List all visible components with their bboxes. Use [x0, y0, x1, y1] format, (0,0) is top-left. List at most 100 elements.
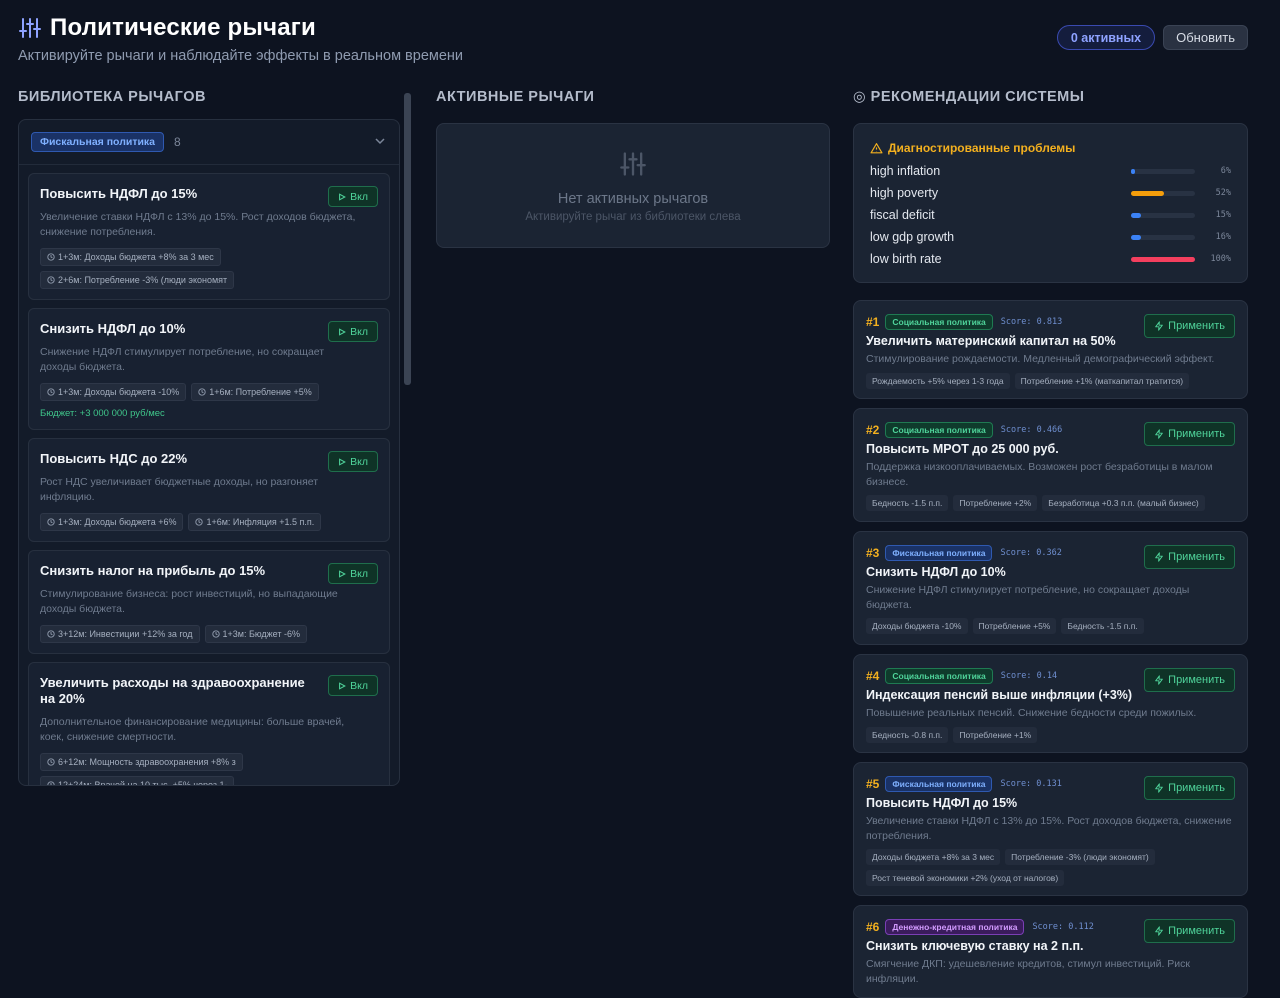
empty-hint: Активируйте рычаг из библиотеки слева — [525, 211, 741, 223]
effect-chip: 1+3м: Бюджет -6% — [204, 625, 308, 643]
apply-button[interactable]: Применить — [1144, 919, 1235, 943]
effect-chip: Потребление +5% — [972, 618, 1057, 634]
lever-name: Повысить НДФЛ до 15% — [40, 186, 198, 201]
effect-chip: Безработица +0.3 п.п. (малый бизнес) — [1042, 495, 1205, 511]
lever-library[interactable]: Фискальная политика 8 Повысить НДФЛ до 1… — [18, 119, 400, 786]
problem-bar-fill — [1131, 168, 1136, 174]
effect-chip: Бедность -1.5 п.п. — [866, 495, 949, 511]
rec-rank: #4 — [866, 669, 880, 683]
rec-category: Социальная политика — [885, 668, 993, 684]
bolt-icon — [1155, 783, 1163, 793]
effect-chip: Доходы бюджета +8% за 3 мес — [866, 849, 1001, 865]
sliders-icon — [19, 18, 41, 38]
effect-chip: Потребление -3% (люди экономят) — [1005, 849, 1155, 865]
clock-icon — [47, 781, 55, 785]
page-subtitle: Активируйте рычаги и наблюдайте эффекты … — [18, 48, 464, 64]
activate-button[interactable]: Вкл — [328, 451, 378, 472]
bolt-icon — [1155, 321, 1163, 331]
empty-title: Нет активных рычагов — [557, 191, 709, 207]
recommendation-card: #4 Социальная политика Score: 0.14 Приме… — [853, 654, 1248, 753]
play-icon — [339, 569, 347, 578]
rec-score: Score: 0.112 — [1032, 922, 1094, 932]
problem-row: high poverty 52% — [870, 182, 1231, 204]
active-levers-empty: Нет активных рычагов Активируйте рычаг и… — [436, 123, 830, 248]
clock-icon — [47, 253, 55, 261]
rec-category: Социальная политика — [885, 314, 993, 330]
problem-name: low gdp growth — [870, 230, 955, 244]
rec-description: Поддержка низкооплачиваемых. Возможен ро… — [866, 461, 1213, 488]
clock-icon — [47, 630, 55, 638]
library-title: БИБЛИОТЕКА РЫЧАГОВ — [18, 89, 206, 105]
active-title: АКТИВНЫЕ РЫЧАГИ — [436, 89, 595, 105]
problem-name: high inflation — [870, 164, 941, 178]
rec-description: Снижение НДФЛ стимулирует потребление, н… — [866, 584, 1190, 611]
effect-chip: Потребление +1% (маткапитал тратится) — [1014, 372, 1190, 389]
rec-category: Денежно-кредитная политика — [885, 919, 1025, 935]
diagnostics-title: Диагностированные проблемы — [888, 141, 1076, 155]
rec-score: Score: 0.466 — [1000, 425, 1063, 435]
budget-note: Бюджет: +3 000 000 руб/мес — [40, 408, 165, 419]
play-icon — [339, 457, 347, 466]
apply-button[interactable]: Применить — [1144, 545, 1235, 569]
activate-button[interactable]: Вкл — [328, 186, 378, 207]
recommendation-card: #3 Фискальная политика Score: 0.362 Прим… — [853, 531, 1248, 645]
lever-name: Повысить НДС до 22% — [40, 451, 188, 466]
apply-button[interactable]: Применить — [1144, 776, 1235, 800]
rec-score: Score: 0.362 — [1000, 548, 1062, 558]
effect-chip: 1+6м: Потребление +5% — [191, 383, 319, 401]
rec-category: Социальная политика — [885, 422, 993, 438]
apply-button[interactable]: Применить — [1144, 668, 1235, 692]
sliders-icon — [620, 152, 646, 176]
lever-card: Снизить НДФЛ до 10% Вкл Снижение НДФЛ ст… — [28, 308, 390, 430]
recommendation-card: #2 Социальная политика Score: 0.466 Прим… — [853, 408, 1248, 522]
diagnostics-card: Диагностированные проблемы high inflatio… — [853, 123, 1248, 283]
lever-description: Снижение НДФЛ стимулирует потребление, н… — [40, 346, 325, 373]
rec-score: Score: 0.14 — [1000, 671, 1058, 681]
problem-row: low gdp growth 16% — [870, 226, 1231, 248]
category-tag: Фискальная политика — [31, 132, 165, 152]
lever-description: Рост НДС увеличивает бюджетные доходы, н… — [40, 476, 319, 503]
active-count-badge[interactable]: 0 активных — [1056, 25, 1156, 50]
problem-bar — [1131, 212, 1196, 218]
refresh-button[interactable]: Обновить — [1163, 25, 1248, 50]
problem-row: fiscal deficit 15% — [870, 204, 1231, 226]
problem-bar — [1131, 190, 1196, 196]
rec-category: Фискальная политика — [885, 545, 993, 561]
lever-card: Снизить налог на прибыль до 15% Вкл Стим… — [28, 550, 390, 654]
rec-rank: #2 — [866, 423, 880, 437]
effect-chip: 1+3м: Доходы бюджета -10% — [40, 383, 187, 401]
page-title: Политические рычаги — [50, 14, 316, 41]
apply-button[interactable]: Применить — [1144, 314, 1235, 338]
lever-card: Повысить НДФЛ до 15% Вкл Увеличение став… — [28, 173, 390, 300]
effect-chip: Бедность -0.8 п.п. — [866, 726, 949, 743]
lever-card: Увеличить расходы на здравоохранение на … — [28, 662, 390, 785]
problem-row: low birth rate 100% — [870, 248, 1231, 270]
effect-chip: 12+24м: Врачей на 10 тыс. +5% через 1- — [40, 776, 235, 785]
rec-score: Score: 0.813 — [1000, 317, 1063, 327]
clock-icon — [47, 276, 55, 284]
rec-category: Фискальная политика — [885, 776, 993, 792]
rec-description: Стимулирование рождаемости. Медленный де… — [866, 353, 1215, 365]
bolt-icon — [1155, 429, 1163, 439]
apply-button[interactable]: Применить — [1144, 422, 1235, 446]
rec-rank: #1 — [866, 315, 880, 329]
rec-description: Смягчение ДКП: удешевление кредитов, сти… — [866, 958, 1190, 985]
activate-button[interactable]: Вкл — [328, 563, 378, 584]
problem-percent: 52% — [1215, 188, 1232, 198]
effect-chip: Потребление +2% — [953, 495, 1038, 511]
category-header[interactable]: Фискальная политика 8 — [19, 120, 399, 165]
lever-card: Повысить НДС до 22% Вкл Рост НДС увеличи… — [28, 438, 390, 542]
problem-bar — [1131, 234, 1196, 240]
activate-button[interactable]: Вкл — [328, 675, 378, 696]
effect-chip: Рождаемость +5% через 1-3 года — [866, 372, 1010, 389]
library-scrollbar[interactable] — [404, 93, 411, 385]
effect-chip: Рост теневой экономики +2% (уход от нало… — [866, 870, 1065, 886]
chevron-down-icon[interactable] — [375, 136, 385, 146]
rec-description: Увеличение ставки НДФЛ с 13% до 15%. Рос… — [866, 815, 1232, 842]
activate-button[interactable]: Вкл — [328, 321, 378, 342]
effect-chip: Доходы бюджета -10% — [866, 618, 968, 634]
bolt-icon — [1155, 675, 1163, 685]
problem-percent: 15% — [1215, 210, 1232, 220]
problem-name: high poverty — [870, 186, 939, 200]
problem-percent: 6% — [1220, 166, 1232, 176]
